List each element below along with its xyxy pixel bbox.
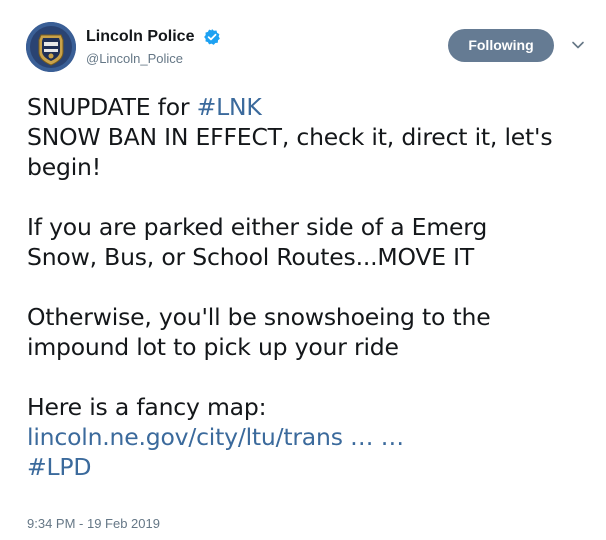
account-handle[interactable]: @Lincoln_Police (86, 51, 221, 66)
tweet-line: Otherwise, you'll be snowshoeing to the (27, 303, 491, 331)
tweet-text: SNUPDATE for #LNK SNOW BAN IN EFFECT, ch… (27, 92, 587, 482)
tweet-line: If you are parked either side of a Emerg (27, 213, 488, 241)
tweet-header: Lincoln Police @Lincoln_Police Following (26, 22, 596, 74)
tweet-line: begin! (27, 153, 101, 181)
tweet-line: Snow, Bus, or School Routes...MOVE IT (27, 243, 475, 271)
tweet-line: Here is a fancy map: (27, 393, 267, 421)
police-badge-icon (26, 22, 76, 72)
link-ellipsis: … (373, 423, 405, 451)
tweet-line-text: SNUPDATE for (27, 93, 197, 121)
verified-badge-icon (204, 29, 220, 45)
hashtag-lpd-link[interactable]: #LPD (27, 453, 91, 481)
tweet-line: SNUPDATE for #LNK (27, 92, 587, 122)
following-button[interactable]: Following (448, 29, 554, 62)
tweet-timestamp[interactable]: 9:34 PM - 19 Feb 2019 (27, 516, 160, 531)
avatar[interactable] (26, 22, 76, 72)
tweet-line: #LPD (27, 452, 587, 482)
map-url-link[interactable]: lincoln.ne.gov/city/ltu/trans … (27, 423, 374, 451)
tweet-line: SNOW BAN IN EFFECT, check it, direct it,… (27, 123, 553, 151)
display-name[interactable]: Lincoln Police (86, 28, 194, 46)
chevron-down-icon[interactable] (571, 38, 585, 52)
hashtag-lnk-link[interactable]: #LNK (197, 93, 262, 121)
tweet-line: lincoln.ne.gov/city/ltu/trans … … (27, 422, 587, 452)
tweet-line: impound lot to pick up your ride (27, 333, 399, 361)
account-names: Lincoln Police @Lincoln_Police (86, 28, 221, 66)
